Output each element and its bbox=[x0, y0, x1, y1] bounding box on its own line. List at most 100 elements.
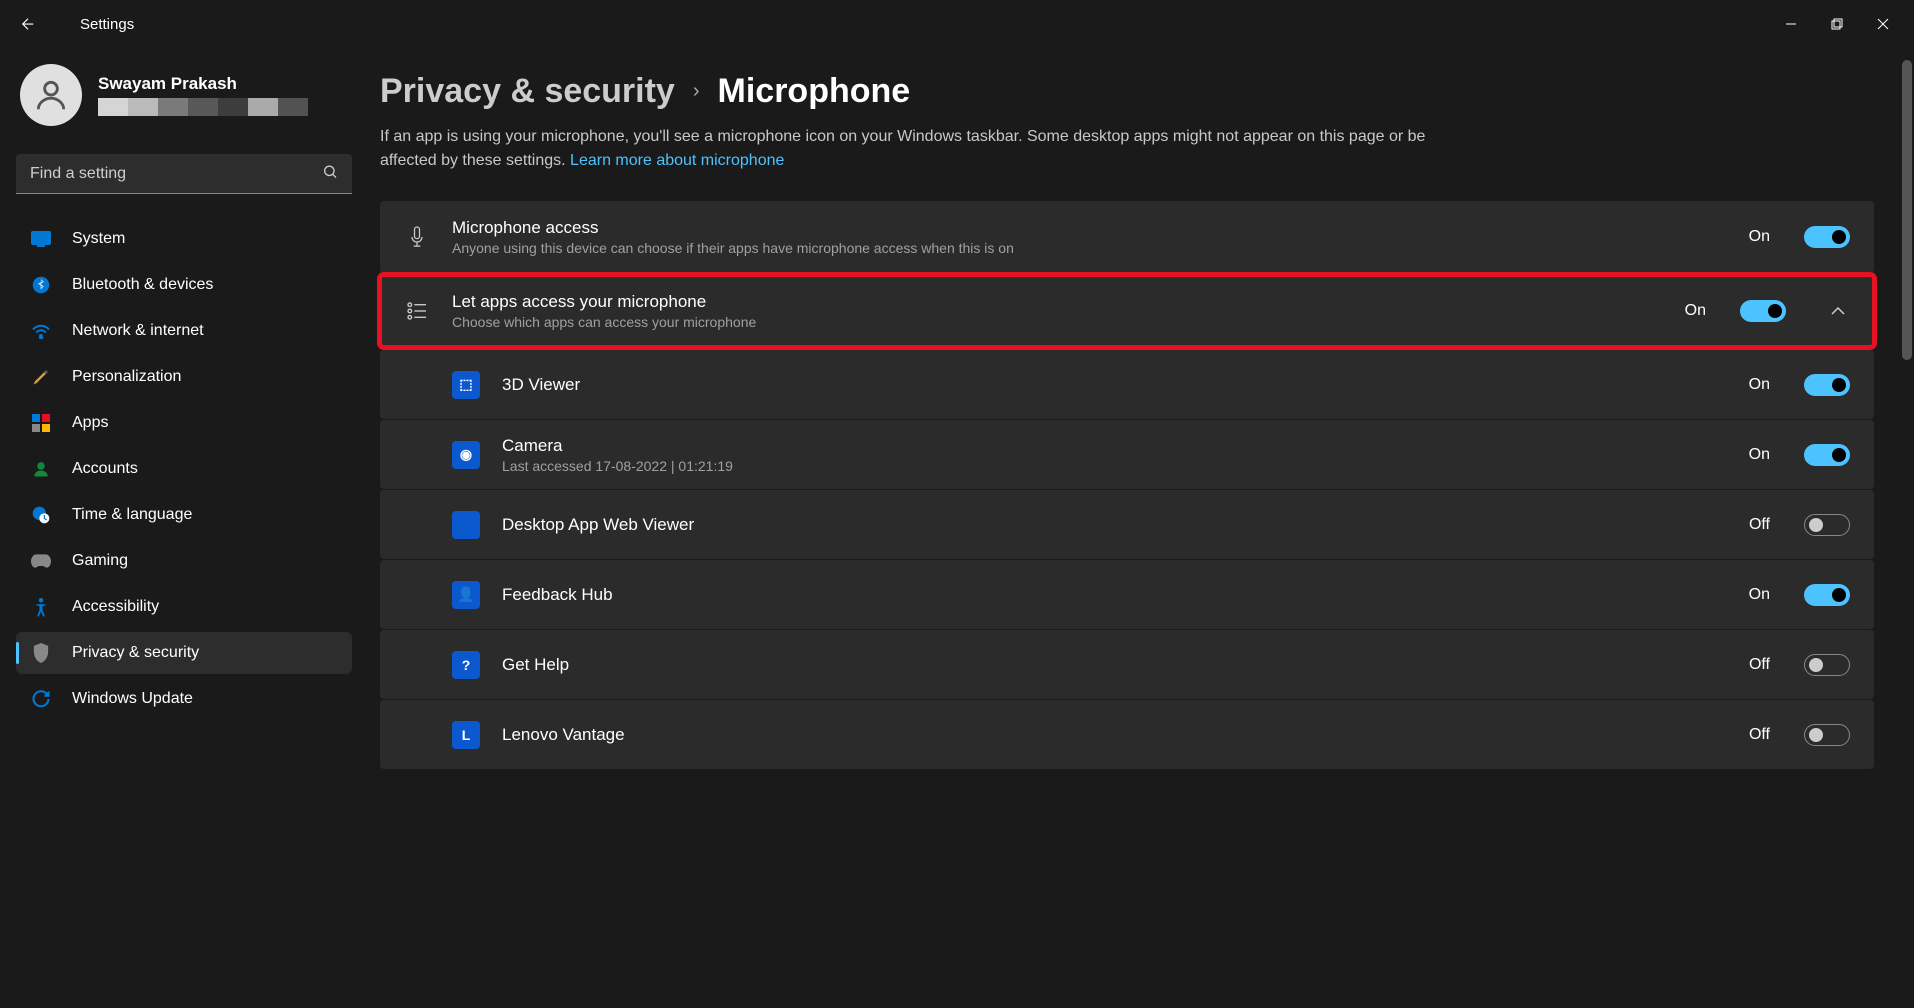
sidebar-item-bluetooth[interactable]: Bluetooth & devices bbox=[16, 264, 352, 306]
app-toggle[interactable] bbox=[1804, 654, 1850, 676]
sidebar-item-update[interactable]: Windows Update bbox=[16, 678, 352, 720]
nav-label: System bbox=[72, 230, 125, 248]
bluetooth-icon bbox=[30, 274, 52, 296]
sidebar-item-accessibility[interactable]: Accessibility bbox=[16, 586, 352, 628]
app-icon bbox=[452, 511, 480, 539]
nav-label: Time & language bbox=[72, 506, 192, 524]
search-icon bbox=[322, 164, 338, 185]
setting-sub: Choose which apps can access your microp… bbox=[452, 314, 1663, 330]
app-title: Settings bbox=[72, 16, 134, 33]
close-icon bbox=[1877, 18, 1889, 30]
app-icon: L bbox=[452, 721, 480, 749]
microphone-access-toggle[interactable] bbox=[1804, 226, 1850, 248]
sidebar-item-apps[interactable]: Apps bbox=[16, 402, 352, 444]
profile-email-redacted bbox=[98, 98, 308, 116]
app-toggle[interactable] bbox=[1804, 514, 1850, 536]
app-icon: ◉ bbox=[452, 441, 480, 469]
gamepad-icon bbox=[30, 550, 52, 572]
toggle-label: Off bbox=[1749, 516, 1770, 534]
breadcrumb: Privacy & security › Microphone bbox=[380, 72, 1874, 111]
shield-icon bbox=[30, 642, 52, 664]
breadcrumb-parent[interactable]: Privacy & security bbox=[380, 72, 675, 111]
app-name: Get Help bbox=[502, 655, 1727, 675]
app-toggle[interactable] bbox=[1804, 444, 1850, 466]
app-icon: 👤 bbox=[452, 581, 480, 609]
back-button[interactable] bbox=[8, 4, 48, 44]
app-name: Desktop App Web Viewer bbox=[502, 515, 1727, 535]
toggle-label: On bbox=[1749, 586, 1770, 604]
app-icon: ⬚ bbox=[452, 371, 480, 399]
app-row: Desktop App Web Viewer Off bbox=[380, 489, 1874, 559]
chevron-up-icon[interactable] bbox=[1826, 307, 1850, 315]
page-description: If an app is using your microphone, you'… bbox=[380, 125, 1460, 173]
titlebar: Settings bbox=[0, 0, 1914, 48]
avatar bbox=[20, 64, 82, 126]
toggle-label: On bbox=[1749, 376, 1770, 394]
minimize-button[interactable] bbox=[1768, 8, 1814, 40]
app-row: L Lenovo Vantage Off bbox=[380, 699, 1874, 769]
microphone-icon bbox=[404, 225, 430, 249]
nav-label: Privacy & security bbox=[72, 644, 199, 662]
scrollbar[interactable] bbox=[1900, 48, 1914, 1008]
nav-label: Windows Update bbox=[72, 690, 193, 708]
app-row: 👤 Feedback Hub On bbox=[380, 559, 1874, 629]
sidebar-item-network[interactable]: Network & internet bbox=[16, 310, 352, 352]
nav-label: Bluetooth & devices bbox=[72, 276, 213, 294]
sidebar-item-gaming[interactable]: Gaming bbox=[16, 540, 352, 582]
close-button[interactable] bbox=[1860, 8, 1906, 40]
main-content: Privacy & security › Microphone If an ap… bbox=[360, 48, 1914, 769]
nav-label: Accounts bbox=[72, 460, 138, 478]
sidebar-item-accounts[interactable]: Accounts bbox=[16, 448, 352, 490]
profile-name: Swayam Prakash bbox=[98, 74, 308, 94]
nav-label: Network & internet bbox=[72, 322, 204, 340]
settings-list: Microphone access Anyone using this devi… bbox=[380, 201, 1874, 769]
setting-title: Let apps access your microphone bbox=[452, 292, 1663, 312]
toggle-label: Off bbox=[1749, 726, 1770, 744]
apps-icon bbox=[30, 412, 52, 434]
sidebar-item-time[interactable]: Time & language bbox=[16, 494, 352, 536]
setting-title: Microphone access bbox=[452, 218, 1727, 238]
person-icon bbox=[30, 458, 52, 480]
toggle-label: On bbox=[1685, 302, 1706, 320]
toggle-label: On bbox=[1749, 228, 1770, 246]
list-icon bbox=[404, 302, 430, 320]
toggle-label: Off bbox=[1749, 656, 1770, 674]
nav-label: Accessibility bbox=[72, 598, 159, 616]
app-row: ⬚ 3D Viewer On bbox=[380, 349, 1874, 419]
toggle-label: On bbox=[1749, 446, 1770, 464]
display-icon bbox=[30, 228, 52, 250]
search-input[interactable] bbox=[16, 154, 352, 194]
app-toggle[interactable] bbox=[1804, 584, 1850, 606]
person-icon bbox=[32, 76, 70, 114]
profile-section[interactable]: Swayam Prakash bbox=[16, 64, 352, 126]
app-toggle[interactable] bbox=[1804, 374, 1850, 396]
app-icon: ? bbox=[452, 651, 480, 679]
nav-label: Gaming bbox=[72, 552, 128, 570]
app-toggle[interactable] bbox=[1804, 724, 1850, 746]
nav-label: Personalization bbox=[72, 368, 181, 386]
sidebar-item-privacy[interactable]: Privacy & security bbox=[16, 632, 352, 674]
nav: System Bluetooth & devices Network & int… bbox=[16, 218, 352, 720]
app-row: ◉CameraLast accessed 17-08-2022 | 01:21:… bbox=[380, 419, 1874, 489]
clock-globe-icon bbox=[30, 504, 52, 526]
brush-icon bbox=[30, 366, 52, 388]
learn-more-link[interactable]: Learn more about microphone bbox=[570, 152, 784, 169]
sync-icon bbox=[30, 688, 52, 710]
sidebar-item-personalization[interactable]: Personalization bbox=[16, 356, 352, 398]
accessibility-icon bbox=[30, 596, 52, 618]
maximize-icon bbox=[1831, 18, 1843, 30]
app-name: Feedback Hub bbox=[502, 585, 1727, 605]
nav-label: Apps bbox=[72, 414, 108, 432]
app-access-toggle[interactable] bbox=[1740, 300, 1786, 322]
app-sub: Last accessed 17-08-2022 | 01:21:19 bbox=[502, 458, 1727, 474]
chevron-right-icon: › bbox=[693, 80, 700, 103]
app-access-row[interactable]: Let apps access your microphone Choose w… bbox=[380, 275, 1874, 347]
app-name: Lenovo Vantage bbox=[502, 725, 1727, 745]
sidebar: Swayam Prakash System Bluetooth & device… bbox=[0, 48, 360, 1008]
wifi-icon bbox=[30, 320, 52, 342]
minimize-icon bbox=[1785, 18, 1797, 30]
setting-sub: Anyone using this device can choose if t… bbox=[452, 240, 1727, 256]
sidebar-item-system[interactable]: System bbox=[16, 218, 352, 260]
maximize-button[interactable] bbox=[1814, 8, 1860, 40]
app-name: 3D Viewer bbox=[502, 375, 1727, 395]
